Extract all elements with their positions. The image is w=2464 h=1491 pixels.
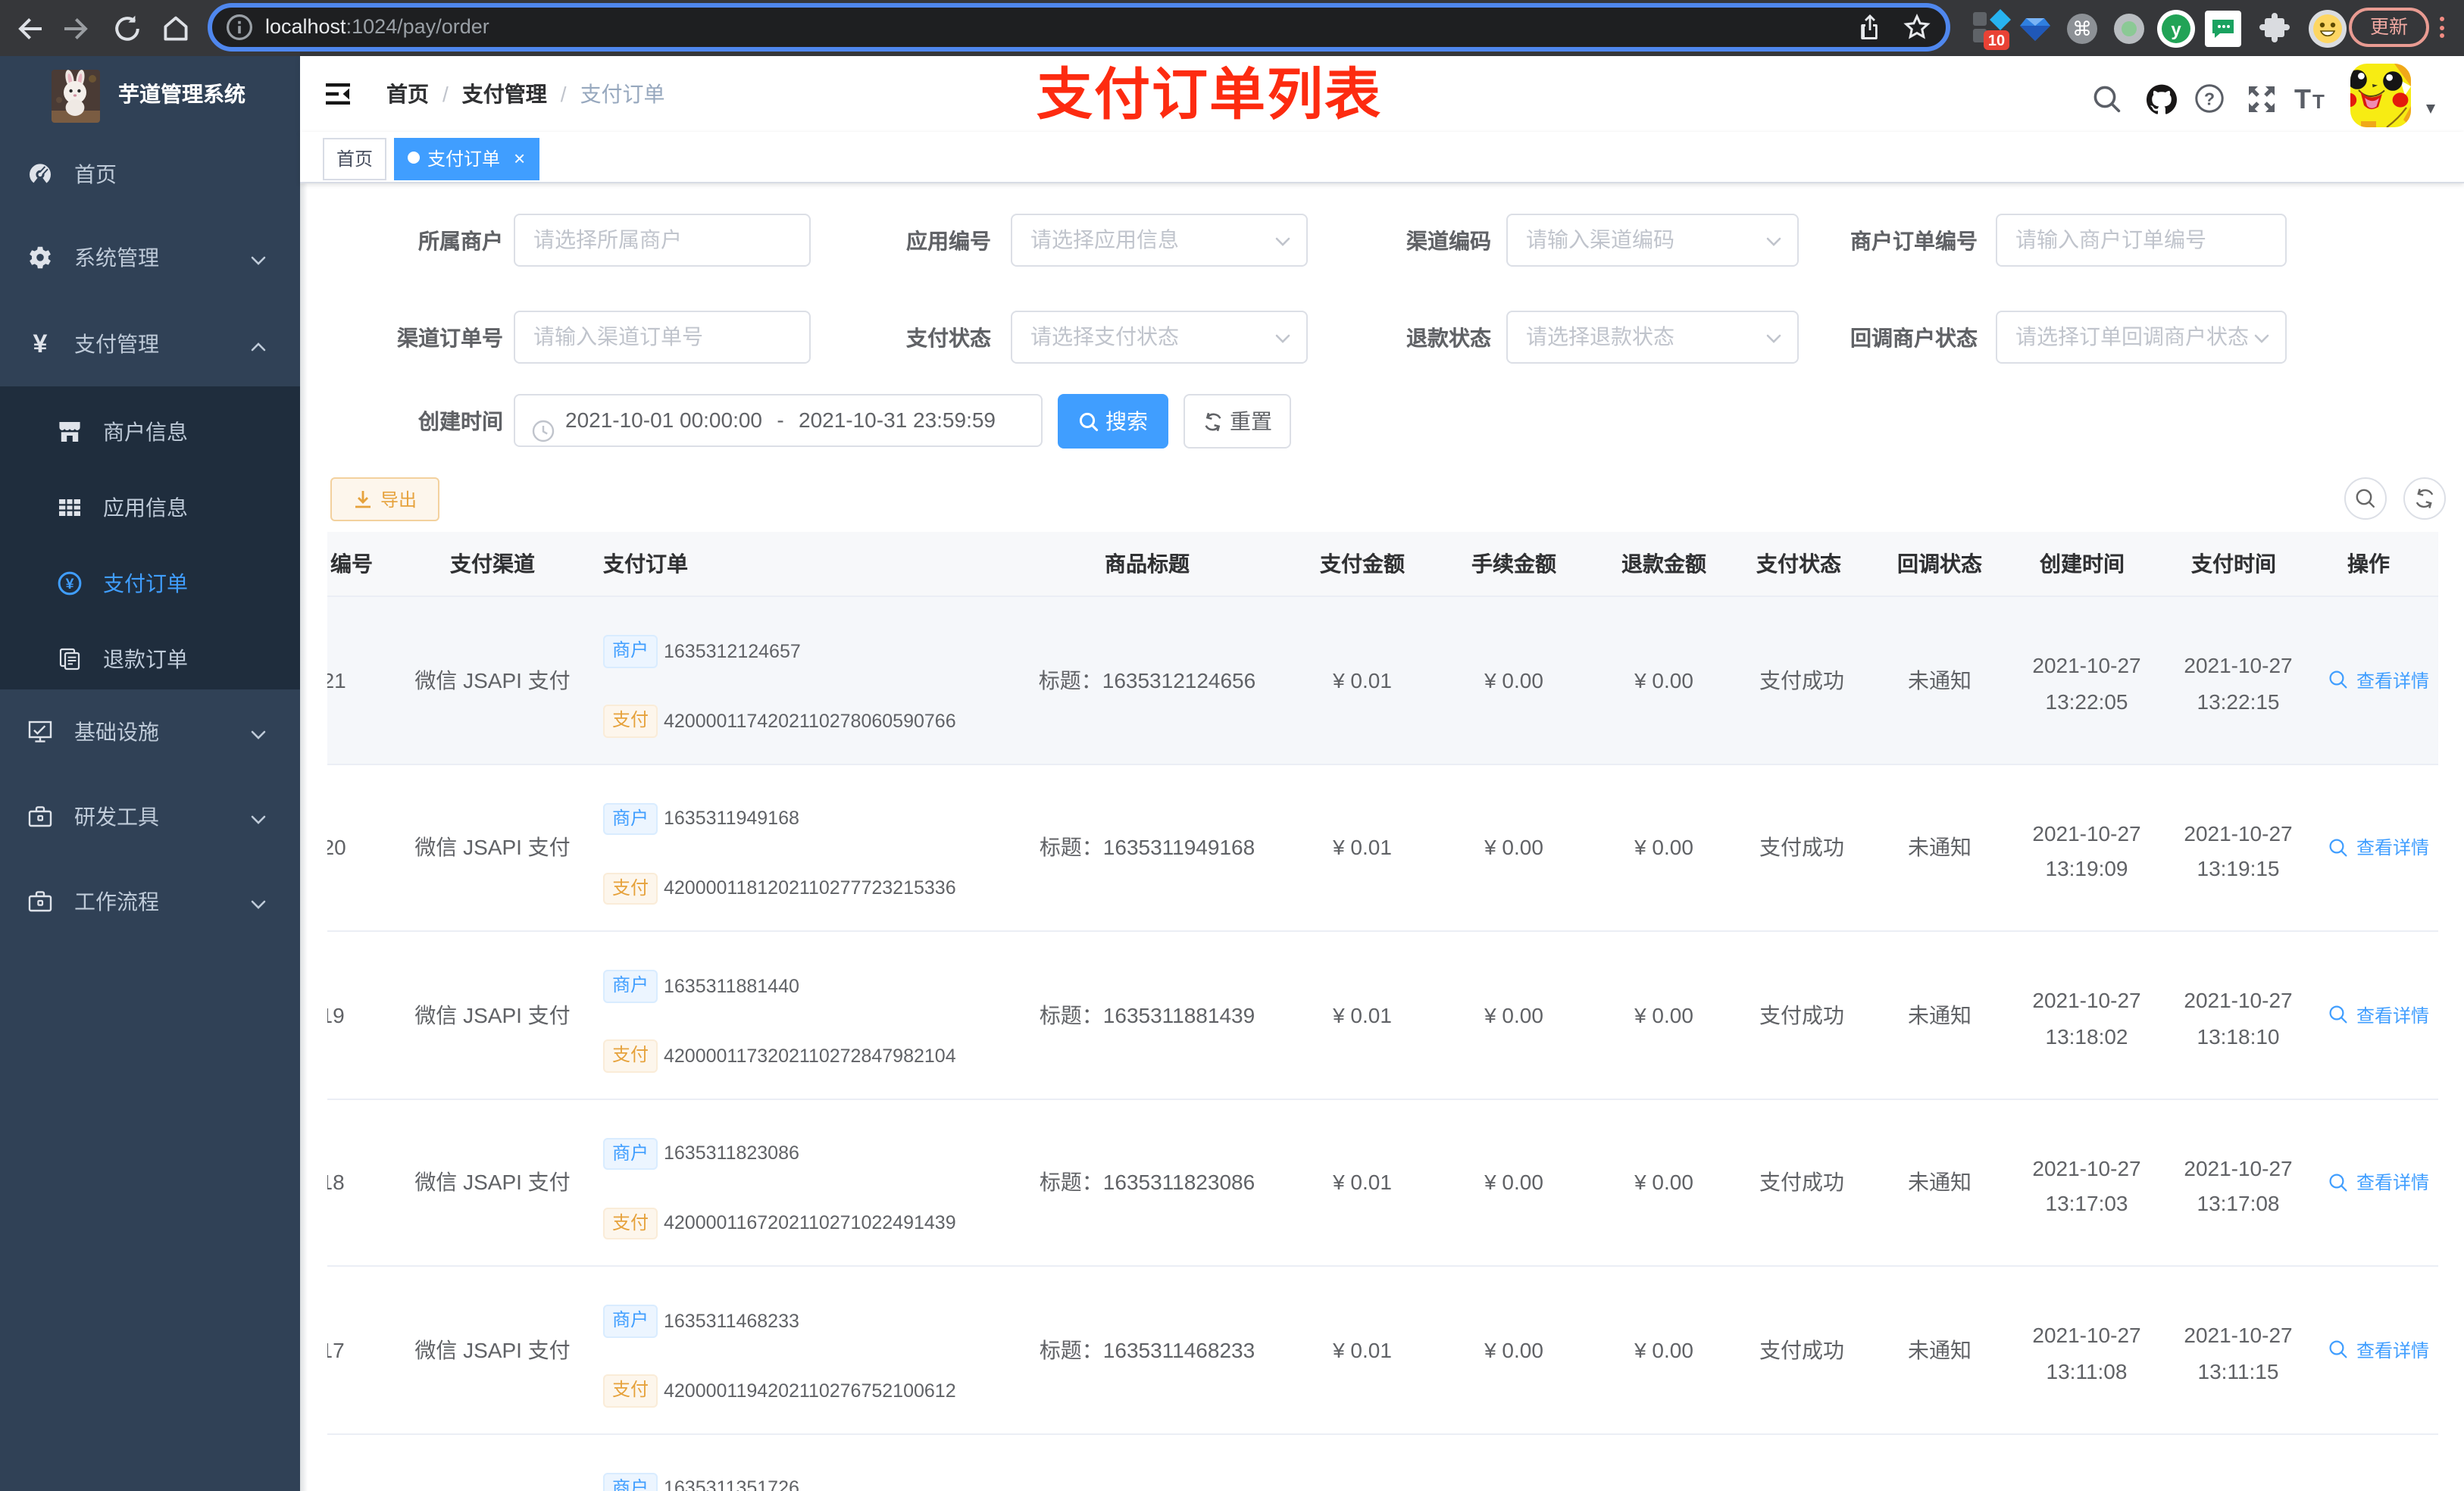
svg-text:T: T	[2312, 89, 2325, 112]
svg-text:⌘: ⌘	[2072, 17, 2092, 39]
svg-text:?: ?	[2204, 89, 2215, 108]
svg-text:T: T	[2294, 84, 2311, 113]
svg-text:10: 10	[1988, 32, 2005, 48]
svg-text:y: y	[2171, 19, 2181, 39]
svg-text:¥: ¥	[66, 576, 74, 592]
